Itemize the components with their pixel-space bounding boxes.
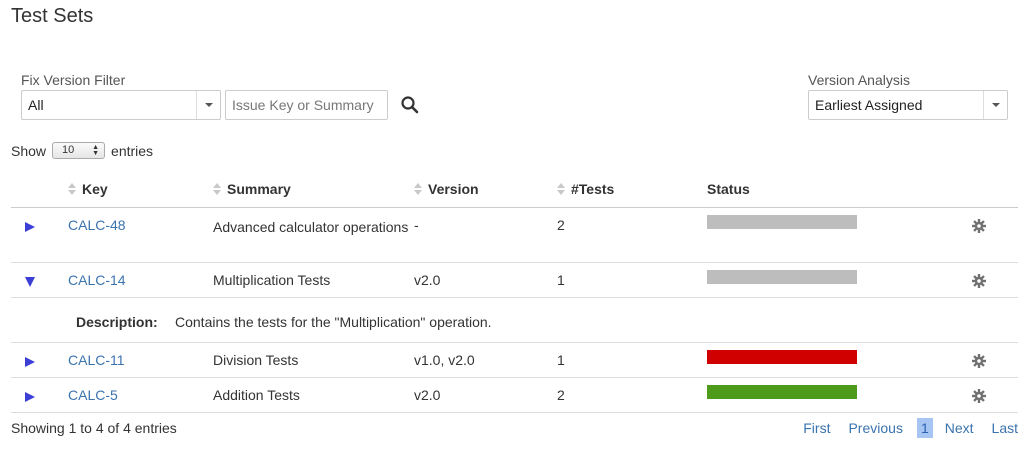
page-length-value: 10	[62, 144, 75, 156]
sort-icon	[213, 182, 221, 195]
column-header-tests[interactable]: #Tests	[557, 171, 707, 208]
expand-arrow-icon[interactable]	[25, 221, 35, 232]
search-input[interactable]	[225, 90, 388, 120]
gear-icon[interactable]	[972, 353, 986, 368]
summary-cell: Division Tests	[213, 342, 414, 378]
previous-page-button[interactable]: Previous	[848, 420, 902, 436]
collapse-arrow-icon[interactable]	[25, 276, 35, 287]
entries-label: entries	[111, 142, 154, 159]
chevron-down-icon[interactable]	[983, 91, 1007, 119]
first-page-button[interactable]: First	[803, 420, 830, 436]
page-title: Test Sets	[11, 5, 94, 27]
sort-icon	[414, 182, 422, 195]
last-page-button[interactable]: Last	[992, 420, 1018, 436]
version-analysis-label: Version Analysis	[808, 72, 910, 88]
sort-icon	[68, 182, 76, 195]
detail-row: Description: Contains the tests for the …	[11, 297, 1018, 343]
pagination: First Previous 1 Next Last	[785, 418, 1018, 438]
column-header-key[interactable]: Key	[68, 171, 213, 208]
column-header-summary[interactable]: Summary	[213, 171, 414, 208]
status-bar	[707, 214, 857, 229]
table-info: Showing 1 to 4 of 4 entries	[11, 420, 177, 436]
table-row: CALC-14 Multiplication Tests v2.0 1	[11, 262, 1018, 298]
gear-icon[interactable]	[972, 388, 986, 403]
status-bar	[707, 349, 857, 364]
status-bar	[707, 269, 857, 284]
tests-count-cell: 2	[557, 377, 707, 413]
chevron-down-icon[interactable]	[196, 91, 220, 119]
issue-key-link[interactable]: CALC-5	[68, 387, 118, 403]
up-down-arrows-icon: ▲ ▼	[92, 144, 100, 157]
issue-key-link[interactable]: CALC-14	[68, 272, 126, 288]
expand-column-header	[11, 171, 68, 208]
fix-version-select-value: All	[28, 97, 44, 113]
table-row: CALC-48 Advanced calculator operations -…	[11, 207, 1018, 263]
gear-icon[interactable]	[972, 218, 986, 233]
current-page-button[interactable]: 1	[916, 418, 933, 438]
column-header-status: Status	[707, 171, 947, 208]
summary-cell: Multiplication Tests	[213, 262, 414, 298]
tests-count-cell: 1	[557, 342, 707, 378]
issue-key-link[interactable]: CALC-48	[68, 217, 126, 233]
version-cell: -	[414, 207, 557, 263]
tests-count-cell: 1	[557, 262, 707, 298]
show-label: Show	[11, 142, 47, 159]
description-text: Contains the tests for the "Multiplicati…	[175, 313, 492, 330]
fix-version-select[interactable]: All	[21, 90, 221, 120]
gear-icon[interactable]	[972, 273, 986, 288]
summary-cell: Advanced calculator operations	[213, 207, 414, 263]
version-cell: v2.0	[414, 262, 557, 298]
search-icon[interactable]	[400, 95, 420, 115]
tests-count-cell: 2	[557, 207, 707, 263]
expand-arrow-icon[interactable]	[25, 356, 35, 367]
expand-arrow-icon[interactable]	[25, 391, 35, 402]
sort-icon	[557, 182, 565, 195]
table-row: CALC-11 Division Tests v1.0, v2.0 1	[11, 342, 1018, 378]
version-cell: v2.0	[414, 377, 557, 413]
version-analysis-select-value: Earliest Assigned	[815, 97, 923, 113]
issue-key-link[interactable]: CALC-11	[68, 352, 125, 368]
table-row: CALC-5 Addition Tests v2.0 2	[11, 377, 1018, 413]
next-page-button[interactable]: Next	[945, 420, 974, 436]
summary-cell: Addition Tests	[213, 377, 414, 413]
page-length-select[interactable]: 10 ▲ ▼	[52, 142, 106, 159]
version-analysis-select[interactable]: Earliest Assigned	[808, 90, 1008, 120]
test-sets-table: Key Summary Version #Tests Status CALC-4…	[11, 171, 1018, 413]
column-header-version[interactable]: Version	[414, 171, 557, 208]
status-bar	[707, 384, 857, 399]
fix-version-filter-label: Fix Version Filter	[21, 72, 126, 88]
actions-column-header	[947, 171, 1018, 208]
page-length-control: Show 10 ▲ ▼ entries	[11, 142, 153, 159]
table-header-row: Key Summary Version #Tests Status	[11, 171, 1018, 208]
version-cell: v1.0, v2.0	[414, 342, 557, 378]
